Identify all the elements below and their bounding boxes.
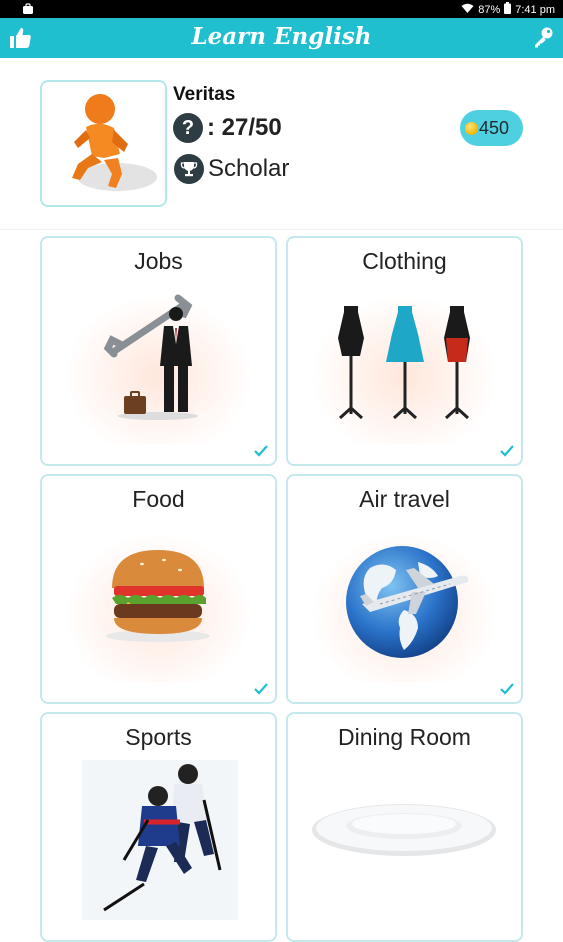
category-card-sports[interactable]: Sports: [40, 712, 277, 942]
mannequins-icon: [300, 284, 509, 444]
category-card-air-travel[interactable]: Air travel: [286, 474, 523, 704]
app-title: Learn English: [191, 23, 372, 50]
hamburger-icon: [54, 522, 263, 682]
person-figure-icon: [72, 94, 157, 191]
category-label: Dining Room: [338, 724, 471, 750]
coin-balance[interactable]: 450: [460, 110, 523, 146]
check-icon: [500, 683, 514, 695]
notification-icon: [22, 3, 34, 18]
username: Veritas: [173, 84, 236, 105]
category-card-food[interactable]: Food: [40, 474, 277, 704]
coin-icon: [465, 121, 478, 135]
battery-level: 87%: [478, 3, 501, 16]
hockey-players-icon: [54, 760, 263, 920]
category-label: Air travel: [359, 486, 450, 512]
status-bar: 87% 7:41 pm: [0, 0, 563, 18]
check-icon: [254, 683, 268, 695]
category-label: Jobs: [134, 248, 183, 274]
category-label: Food: [132, 486, 185, 512]
question-icon: ?: [173, 113, 203, 143]
check-icon: [500, 445, 514, 457]
businessman-wrench-icon: [54, 284, 263, 444]
clock: 7:41 pm: [515, 3, 555, 16]
score-value: : 27/50: [207, 114, 282, 141]
coin-count: 450: [479, 117, 510, 138]
check-icon: [254, 445, 268, 457]
battery-icon: [504, 2, 512, 17]
avatar[interactable]: [40, 80, 167, 207]
key-icon[interactable]: [531, 25, 555, 49]
category-label: Sports: [125, 724, 192, 750]
rank-label: Scholar: [208, 155, 290, 182]
wifi-icon: [461, 3, 474, 17]
category-card-jobs[interactable]: Jobs: [40, 236, 277, 466]
trophy-icon: [174, 154, 204, 184]
rank-row: Scholar: [174, 154, 289, 184]
globe-airplane-icon: [300, 522, 509, 682]
category-label: Clothing: [362, 248, 447, 274]
plate-icon: [300, 760, 509, 920]
category-card-dining-room[interactable]: Dining Room: [286, 712, 523, 942]
category-card-clothing[interactable]: Clothing: [286, 236, 523, 466]
profile-panel: Veritas ? : 27/50 Scholar 450: [0, 58, 563, 230]
score-row: ? : 27/50: [173, 113, 282, 143]
app-bar: Learn English: [0, 18, 563, 58]
